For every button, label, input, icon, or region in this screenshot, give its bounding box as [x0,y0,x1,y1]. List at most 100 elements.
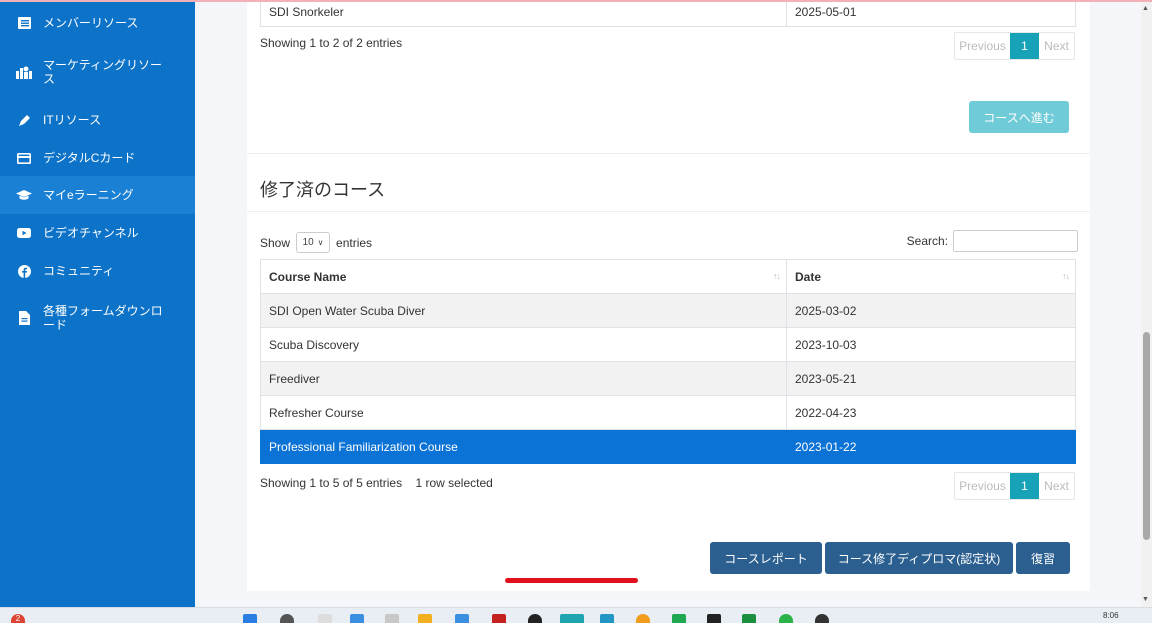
table-row[interactable]: Scuba Discovery 2023-10-03 [260,327,1076,362]
app-icon[interactable] [815,614,829,623]
table-row[interactable]: SDI Snorkeler 2025-05-01 [260,2,1076,27]
review-button[interactable]: 復習 [1016,542,1070,574]
section-title: 修了済のコース [260,180,386,200]
date-cell: 2025-03-02 [786,293,1076,328]
completed-courses-card: 修了済のコース Show 10 ∨ entries Search: Course… [247,153,1090,591]
table-row[interactable]: Freediver 2023-05-21 [260,361,1076,396]
sidebar-item-label: デジタルCカード [43,151,136,165]
search-label: Search: [906,234,948,248]
sidebar-item-marketing-resources[interactable]: マーケティングリソース [0,44,195,100]
table-info: Showing 1 to 2 of 2 entries [260,36,403,50]
date-cell: 2023-10-03 [786,327,1076,362]
notification-badge[interactable]: 2 [11,614,25,623]
sidebar-item-label: コミュニティ [43,264,115,278]
pagination: Previous 1 Next [954,472,1075,500]
sidebar-item-my-elearning[interactable]: マイeラーニング [0,176,195,214]
sidebar-item-label: マーケティングリソース [43,58,163,86]
app-icon[interactable] [600,614,614,623]
clock: 8:06 [1103,611,1119,620]
explorer-icon[interactable] [418,614,432,623]
chat-icon[interactable] [385,614,399,623]
graduation-cap-icon [16,187,32,203]
facebook-icon [16,263,32,279]
sidebar-item-label: メンバーリソース [43,16,139,30]
course-name-cell: SDI Open Water Scuba Diver [260,293,787,328]
app-icon[interactable] [672,614,686,623]
app-icon[interactable] [707,614,721,623]
red-underline-annotation [505,578,638,583]
search-icon[interactable] [280,614,294,623]
pen-icon [16,112,32,128]
date-cell: 2025-05-01 [786,2,1076,27]
youtube-icon [16,225,32,241]
previous-page-button[interactable]: Previous [955,33,1010,59]
scroll-up-icon[interactable]: ▲ [1142,5,1149,12]
pagination: Previous 1 Next [954,32,1075,60]
completed-courses-table: Course Name ↑↓ Date ↑↓ SDI Open Water Scub… [260,259,1076,464]
os-taskbar: 2 8:06 [0,607,1152,623]
table-row-selected[interactable]: Professional Familiarization Course 2023… [260,429,1076,464]
card-icon [16,150,32,166]
next-page-button[interactable]: Next [1039,33,1074,59]
gmail-icon[interactable] [492,614,506,623]
scrollbar-thumb[interactable] [1143,332,1150,540]
search-input[interactable] [953,230,1078,252]
course-report-button[interactable]: コースレポート [710,542,822,574]
file-icon [16,310,32,326]
date-cell: 2023-05-21 [786,361,1076,396]
taskview-icon[interactable] [318,614,332,623]
sidebar: メンバーリソース マーケティングリソース ITリソース デジタルCカード マイe… [0,2,195,607]
app-icon[interactable] [636,614,650,623]
active-courses-table: SDI Snorkeler 2025-05-01 [260,2,1076,27]
chevron-down-icon: ∨ [317,238,324,247]
list-icon [16,15,32,31]
app-icon[interactable] [779,614,793,623]
table-row[interactable]: Refresher Course 2022-04-23 [260,395,1076,430]
sort-icon: ↑↓ [773,271,781,281]
app-icon[interactable] [528,614,542,623]
sidebar-item-it-resources[interactable]: ITリソース [0,100,195,140]
marketing-icon [16,64,32,80]
active-courses-card: SDI Snorkeler 2025-05-01 Showing 1 to 2 … [247,2,1090,153]
page-length-select[interactable]: 10 ∨ [296,232,331,253]
column-header-course-name[interactable]: Course Name ↑↓ [260,259,787,294]
entries-info: Showing 1 to 5 of 5 entries [260,476,403,490]
divider [247,211,1090,212]
sidebar-item-digital-c-card[interactable]: デジタルCカード [0,140,195,176]
search-control: Search: [907,230,1078,252]
selection-info: 1 row selected [415,476,493,490]
start-icon[interactable] [243,614,257,623]
date-cell: 2022-04-23 [786,395,1076,430]
previous-page-button[interactable]: Previous [955,473,1010,499]
sidebar-item-label: マイeラーニング [43,188,134,202]
proceed-to-course-button[interactable]: コースへ進む [969,101,1069,133]
vertical-scrollbar[interactable]: ▲ ▼ [1141,2,1152,607]
page-length-value: 10 [302,237,314,248]
page-1-button[interactable]: 1 [1010,473,1039,499]
course-name-cell: SDI Snorkeler [260,2,787,27]
course-name-cell: Scuba Discovery [260,327,787,362]
chrome-icon[interactable] [560,614,584,623]
course-name-cell: Professional Familiarization Course [260,429,787,464]
sidebar-item-label: ビデオチャンネル [43,226,139,240]
sidebar-item-label: ITリソース [43,113,102,127]
sidebar-item-form-downloads[interactable]: 各種フォームダウンロード [0,290,195,346]
next-page-button[interactable]: Next [1039,473,1074,499]
sidebar-item-video-channel[interactable]: ビデオチャンネル [0,214,195,252]
sidebar-item-member-resources[interactable]: メンバーリソース [0,2,195,44]
page-1-button[interactable]: 1 [1010,33,1039,59]
column-header-date[interactable]: Date ↑↓ [786,259,1076,294]
course-diploma-button[interactable]: コース修了ディプロマ(認定状) [825,542,1013,574]
main-content: SDI Snorkeler 2025-05-01 Showing 1 to 2 … [195,2,1141,607]
course-name-cell: Refresher Course [260,395,787,430]
date-cell: 2023-01-22 [786,429,1076,464]
entries-label: entries [336,235,373,250]
course-name-cell: Freediver [260,361,787,396]
widgets-icon[interactable] [350,614,364,623]
sidebar-item-community[interactable]: コミュニティ [0,252,195,290]
line-icon[interactable] [742,614,756,623]
scroll-down-icon[interactable]: ▼ [1142,596,1149,603]
table-row[interactable]: SDI Open Water Scuba Diver 2025-03-02 [260,293,1076,328]
sort-icon: ↑↓ [1062,271,1070,281]
edge-icon[interactable] [455,614,469,623]
